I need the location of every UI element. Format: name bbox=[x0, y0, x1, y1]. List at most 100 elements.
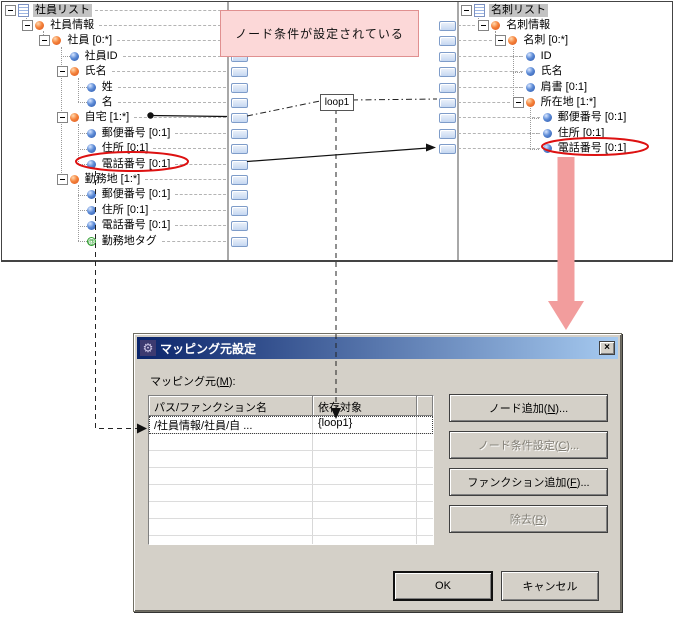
field-icon bbox=[86, 221, 96, 231]
cancel-button[interactable]: キャンセル bbox=[501, 571, 599, 601]
field-icon bbox=[542, 113, 552, 123]
mapping-port[interactable] bbox=[439, 82, 456, 93]
indent-spacer bbox=[2, 179, 57, 180]
mapping-port[interactable] bbox=[439, 51, 456, 62]
expand-toggle-icon[interactable] bbox=[22, 19, 34, 31]
tree-node[interactable]: 姓 bbox=[2, 80, 229, 95]
close-button[interactable]: × bbox=[599, 341, 615, 355]
mapping-port[interactable] bbox=[439, 113, 456, 124]
cell-empty bbox=[149, 502, 313, 518]
tree-node[interactable]: 名刺情報 bbox=[455, 18, 671, 33]
tree-node[interactable]: 郵便番号 [0:1] bbox=[455, 110, 671, 125]
expand-toggle-icon[interactable] bbox=[56, 112, 68, 124]
mapping-port[interactable] bbox=[231, 144, 248, 155]
expand-toggle-icon[interactable] bbox=[39, 35, 51, 47]
tree-node[interactable]: 所在地 [1:*] bbox=[455, 95, 671, 110]
tree-node[interactable]: 名刺 [0:*] bbox=[455, 33, 671, 48]
field-icon bbox=[86, 159, 96, 169]
dialog-titlebar[interactable]: ⚙ マッピング元設定 × bbox=[137, 337, 618, 359]
tree-node-label: 電話番号 [0:1] bbox=[557, 142, 627, 155]
field-icon bbox=[542, 144, 552, 154]
mapping-port[interactable] bbox=[231, 190, 248, 201]
table-body: /社員情報/社員/自 ... {loop1} bbox=[149, 416, 433, 544]
cell-empty bbox=[149, 536, 313, 544]
mapping-port[interactable] bbox=[231, 236, 248, 247]
tree-node[interactable]: ID bbox=[455, 49, 671, 64]
expand-toggle-icon[interactable] bbox=[5, 4, 16, 16]
tree-node[interactable]: 社員ID bbox=[2, 49, 229, 64]
mapping-port[interactable] bbox=[439, 97, 456, 108]
tree-node[interactable]: 名刺リスト bbox=[455, 3, 671, 18]
mapping-port[interactable] bbox=[231, 174, 248, 185]
mapping-port[interactable] bbox=[231, 221, 248, 232]
mapping-port[interactable] bbox=[231, 159, 248, 170]
cell-path: /社員情報/社員/自 ... bbox=[149, 416, 313, 433]
mapping-port[interactable] bbox=[439, 20, 456, 31]
cell-empty bbox=[313, 434, 417, 450]
tree-node[interactable]: 住所 [0:1] bbox=[2, 203, 229, 218]
mapping-port[interactable] bbox=[439, 128, 456, 139]
table-header: パス/ファンクション名 依存対象 bbox=[149, 396, 433, 416]
tree-node[interactable]: 自宅 [1:*] bbox=[2, 110, 229, 125]
tree-node[interactable]: 氏名 bbox=[2, 64, 229, 79]
tree-node[interactable]: 氏名 bbox=[455, 64, 671, 79]
loop-function-label[interactable]: loop1 bbox=[320, 94, 354, 111]
mapping-source-dialog: ⚙ マッピング元設定 × マッピング元(M): パス/ファンクション名 依存対象… bbox=[133, 333, 622, 612]
tree-node-label: 姓 bbox=[101, 80, 113, 93]
leader-line bbox=[175, 163, 226, 165]
tree-node[interactable]: 電話番号 [0:1] bbox=[2, 157, 229, 172]
expand-toggle-icon[interactable] bbox=[495, 35, 507, 47]
add-function-button[interactable]: ファンクション追加(F)... bbox=[449, 468, 608, 496]
mapping-port[interactable] bbox=[439, 144, 456, 155]
tree-node[interactable]: 社員情報 bbox=[2, 18, 229, 33]
expand-toggle-icon[interactable] bbox=[56, 66, 68, 78]
mapping-port[interactable] bbox=[231, 205, 248, 216]
leader-line bbox=[95, 9, 226, 11]
tree-node[interactable]: 郵便番号 [0:1] bbox=[2, 126, 229, 141]
leader-line bbox=[122, 55, 226, 57]
tree-node[interactable]: 電話番号 [0:1] bbox=[455, 141, 671, 156]
table-row-selected[interactable]: /社員情報/社員/自 ... {loop1} bbox=[149, 416, 433, 434]
cell-empty bbox=[313, 451, 417, 467]
mapping-port[interactable] bbox=[231, 67, 248, 78]
cell-empty bbox=[313, 468, 417, 484]
leader-line bbox=[99, 24, 226, 26]
tree-node[interactable]: 社員 [0:*] bbox=[2, 33, 229, 48]
indent-spacer bbox=[2, 40, 39, 41]
remove-button: 除去(R) bbox=[449, 505, 608, 533]
mapping-port[interactable] bbox=[231, 97, 248, 108]
leader-line bbox=[458, 132, 540, 134]
mapping-port[interactable] bbox=[231, 128, 248, 139]
tree-node[interactable]: 電話番号 [0:1] bbox=[2, 218, 229, 233]
table-row-empty bbox=[149, 468, 433, 485]
tree-node[interactable]: @ 勤務地タグ bbox=[2, 234, 229, 249]
column-header-path[interactable]: パス/ファンクション名 bbox=[149, 396, 313, 416]
tree-node[interactable]: 社員リスト bbox=[2, 3, 229, 18]
tree-node[interactable]: 名 bbox=[2, 95, 229, 110]
tree-node-label: 郵便番号 [0:1] bbox=[101, 126, 171, 139]
mapping-port[interactable] bbox=[231, 113, 248, 124]
expand-toggle-icon[interactable] bbox=[461, 4, 472, 16]
tree-node-label: 電話番号 [0:1] bbox=[101, 219, 171, 232]
mapping-port[interactable] bbox=[439, 36, 456, 47]
element-icon bbox=[52, 36, 62, 46]
expand-toggle-icon[interactable] bbox=[478, 19, 490, 31]
add-node-button[interactable]: ノード追加(N)... bbox=[449, 394, 608, 422]
tree-node[interactable]: 住所 [0:1] bbox=[455, 126, 671, 141]
tree-node[interactable]: 住所 [0:1] bbox=[2, 141, 229, 156]
leader-line bbox=[175, 132, 226, 134]
cell-empty bbox=[313, 519, 417, 535]
column-header-dependency[interactable]: 依存対象 bbox=[313, 396, 417, 416]
expand-toggle-icon[interactable] bbox=[512, 96, 524, 108]
leader-line bbox=[145, 178, 226, 180]
mapping-port[interactable] bbox=[231, 82, 248, 93]
leader-line bbox=[458, 117, 540, 119]
table-row-empty bbox=[149, 485, 433, 502]
tree-node[interactable]: 勤務地 [1:*] bbox=[2, 172, 229, 187]
tree-node-label: 氏名 bbox=[84, 65, 107, 78]
tree-node[interactable]: 郵便番号 [0:1] bbox=[2, 187, 229, 202]
mapping-port[interactable] bbox=[439, 67, 456, 78]
tree-node[interactable]: 肩書 [0:1] bbox=[455, 80, 671, 95]
ok-button[interactable]: OK bbox=[393, 571, 493, 601]
expand-toggle-icon[interactable] bbox=[56, 173, 68, 185]
